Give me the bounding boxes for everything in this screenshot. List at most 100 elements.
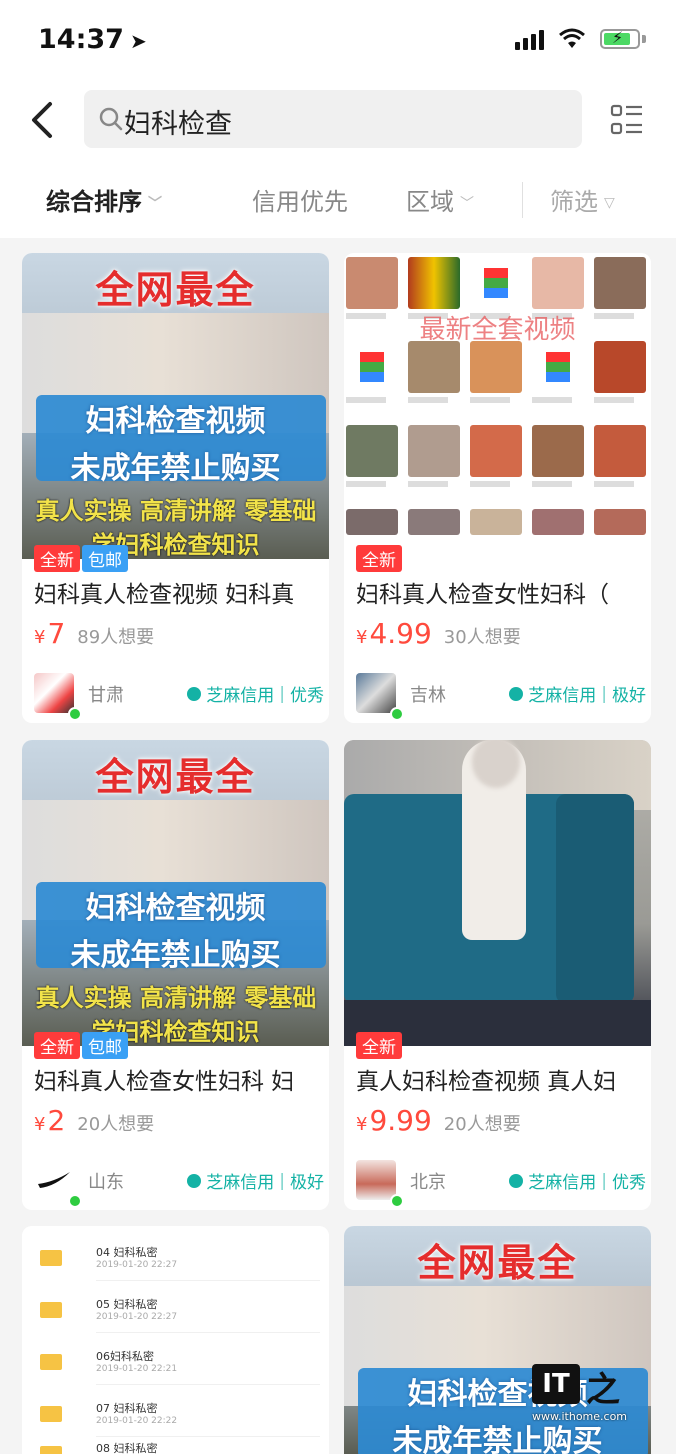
sort-comprehensive-label: 综合排序 bbox=[46, 188, 142, 216]
credit-label: 芝麻信用 bbox=[528, 686, 597, 706]
tag-new: 全新 bbox=[356, 1032, 402, 1059]
folder-icon bbox=[40, 1446, 62, 1454]
credit-badge: 芝麻信用 | 极好 bbox=[509, 681, 646, 706]
credit-separator: | bbox=[279, 683, 285, 704]
seller-row[interactable]: 北京 芝麻信用 | 优秀 bbox=[356, 1160, 646, 1208]
list-item: 08 妇科私密 bbox=[40, 1440, 320, 1454]
watermark-logo: IT bbox=[532, 1364, 580, 1404]
sort-filter[interactable]: 筛选 ▽ bbox=[550, 182, 615, 217]
seller-row[interactable]: 山东 芝麻信用 | 极好 bbox=[34, 1160, 324, 1208]
product-image[interactable]: 全网最全 妇科检查视频 未成年禁止购买 真人实操 高清讲解 零基础 学妇科检查知… bbox=[22, 740, 329, 1046]
product-card[interactable]: 04 妇科私密 2019-01-20 22:27 05 妇科私密 2019-01… bbox=[22, 1226, 329, 1454]
status-bar: 14:37 ➤ ⚡ bbox=[0, 0, 676, 80]
sort-credit-first-label: 信用优先 bbox=[252, 188, 348, 216]
status-time: 14:37 ➤ bbox=[38, 24, 147, 55]
product-title[interactable]: 真人妇科检查视频 真人妇 bbox=[356, 1062, 644, 1096]
avatar[interactable] bbox=[356, 673, 396, 713]
product-title[interactable]: 妇科真人检查视频 妇科真 bbox=[34, 575, 322, 609]
price-line: ¥ 4.99 30人想要 bbox=[356, 617, 521, 650]
folder-icon bbox=[40, 1302, 62, 1318]
online-indicator bbox=[390, 1194, 404, 1208]
product-image[interactable] bbox=[344, 740, 651, 1046]
product-image[interactable]: 04 妇科私密 2019-01-20 22:27 05 妇科私密 2019-01… bbox=[22, 1226, 329, 1454]
search-icon bbox=[99, 107, 123, 131]
image-text-line1: 全网最全 bbox=[95, 268, 256, 312]
product-card[interactable]: 最新全套视频 全新 妇科真人检查女性妇科（ ¥ 4.99 30人想要 吉林 芝麻… bbox=[344, 253, 651, 723]
folder-name: 07 妇科私密 bbox=[96, 1402, 158, 1415]
folder-name: 04 妇科私密 bbox=[96, 1246, 158, 1259]
sesame-credit-icon bbox=[187, 686, 202, 701]
product-image[interactable]: 最新全套视频 bbox=[344, 253, 651, 559]
location-arrow-icon: ➤ bbox=[129, 29, 147, 53]
folder-date: 2019-01-20 22:27 bbox=[96, 1260, 178, 1270]
folder-date: 2019-01-20 22:27 bbox=[96, 1312, 178, 1322]
folder-icon bbox=[40, 1250, 62, 1266]
folder-name: 05 妇科私密 bbox=[96, 1298, 158, 1311]
sort-region[interactable]: 区域 ﹀ bbox=[406, 182, 474, 217]
product-price: 7 bbox=[47, 617, 66, 650]
list-item: 05 妇科私密 2019-01-20 22:27 bbox=[40, 1296, 320, 1336]
folder-date: 2019-01-20 22:21 bbox=[96, 1364, 178, 1374]
credit-label: 芝麻信用 bbox=[206, 686, 275, 706]
watermark-url: www.ithome.com bbox=[532, 1410, 628, 1423]
product-title[interactable]: 妇科真人检查女性妇科（ bbox=[356, 575, 644, 609]
seller-row[interactable]: 吉林 芝麻信用 | 极好 bbox=[356, 673, 646, 721]
list-item: 06妇科私密 2019-01-20 22:21 bbox=[40, 1348, 320, 1388]
search-query: 妇科检查 bbox=[124, 109, 232, 140]
list-item: 07 妇科私密 2019-01-20 22:22 bbox=[40, 1400, 320, 1440]
credit-separator: | bbox=[279, 1170, 285, 1191]
tag-group: 全新 bbox=[356, 1032, 402, 1059]
list-item: 04 妇科私密 2019-01-20 22:27 bbox=[40, 1244, 320, 1284]
product-card[interactable]: 全网最全 妇科检查视频 未成年禁止购买 真人实操 高清讲解 零基础 学妇科检查知… bbox=[22, 740, 329, 1210]
watermark-char: 之 bbox=[586, 1370, 620, 1410]
image-text-line2: 妇科检查视频 bbox=[85, 404, 266, 439]
product-image[interactable]: 全网最全 妇科检查视频 未成年禁止购买 真人实操 高清讲解 零基础 学妇科检查知… bbox=[22, 253, 329, 559]
signal-icon bbox=[515, 28, 544, 50]
credit-separator: | bbox=[601, 1170, 607, 1191]
avatar[interactable] bbox=[356, 1160, 396, 1200]
credit-badge: 芝麻信用 | 优秀 bbox=[187, 681, 324, 706]
battery-icon: ⚡ bbox=[600, 28, 640, 49]
folder-date: 2019-01-20 22:22 bbox=[96, 1416, 178, 1426]
wifi-icon bbox=[559, 28, 585, 48]
tag-group: 全新 包邮 bbox=[34, 1032, 128, 1059]
search-input[interactable]: 妇科检查 bbox=[84, 90, 582, 148]
tag-free-shipping: 包邮 bbox=[82, 1032, 128, 1059]
tag-new: 全新 bbox=[34, 545, 80, 572]
want-count: 20人想要 bbox=[443, 1114, 521, 1135]
seller-region: 吉林 bbox=[410, 685, 446, 706]
filter-icon: ▽ bbox=[604, 195, 615, 211]
seller-row[interactable]: 甘肃 芝麻信用 | 优秀 bbox=[34, 673, 324, 721]
product-price: 2 bbox=[47, 1104, 66, 1137]
product-title[interactable]: 妇科真人检查女性妇科 妇 bbox=[34, 1062, 322, 1096]
image-text-line3: 未成年禁止购买 bbox=[70, 938, 281, 973]
image-text-line1: 全网最全 bbox=[95, 755, 256, 799]
sesame-credit-icon bbox=[509, 1173, 524, 1188]
seller-region: 甘肃 bbox=[88, 685, 124, 706]
battery-tip bbox=[642, 35, 646, 43]
image-text-line2: 妇科检查视频 bbox=[85, 891, 266, 926]
credit-level: 优秀 bbox=[290, 686, 324, 706]
want-count: 30人想要 bbox=[443, 627, 521, 648]
back-arrow-icon[interactable] bbox=[26, 98, 66, 142]
credit-badge: 芝麻信用 | 优秀 bbox=[509, 1168, 646, 1193]
price-line: ¥ 9.99 20人想要 bbox=[356, 1104, 521, 1137]
image-text-line4: 真人实操 高清讲解 零基础 bbox=[35, 984, 317, 1012]
avatar[interactable] bbox=[34, 1160, 74, 1200]
avatar[interactable] bbox=[34, 673, 74, 713]
list-view-icon[interactable] bbox=[610, 102, 644, 138]
sort-region-label: 区域 bbox=[406, 188, 454, 216]
sort-credit-first[interactable]: 信用优先 bbox=[252, 182, 348, 217]
credit-level: 极好 bbox=[290, 1173, 324, 1193]
credit-separator: | bbox=[601, 683, 607, 704]
status-icons: ⚡ bbox=[515, 28, 646, 50]
currency-symbol: ¥ bbox=[34, 1114, 46, 1135]
product-card[interactable]: 全新 真人妇科检查视频 真人妇 ¥ 9.99 20人想要 北京 芝麻信用 | 优秀 bbox=[344, 740, 651, 1210]
sort-divider bbox=[522, 182, 523, 218]
online-indicator bbox=[68, 707, 82, 721]
sort-comprehensive[interactable]: 综合排序 ﹀ bbox=[46, 182, 162, 217]
product-card[interactable]: 全网最全 妇科检查视频 未成年禁止购买 真人实操 高清讲解 零基础 学妇科检查知… bbox=[22, 253, 329, 723]
credit-badge: 芝麻信用 | 极好 bbox=[187, 1168, 324, 1193]
currency-symbol: ¥ bbox=[356, 1114, 368, 1135]
online-indicator bbox=[68, 1194, 82, 1208]
